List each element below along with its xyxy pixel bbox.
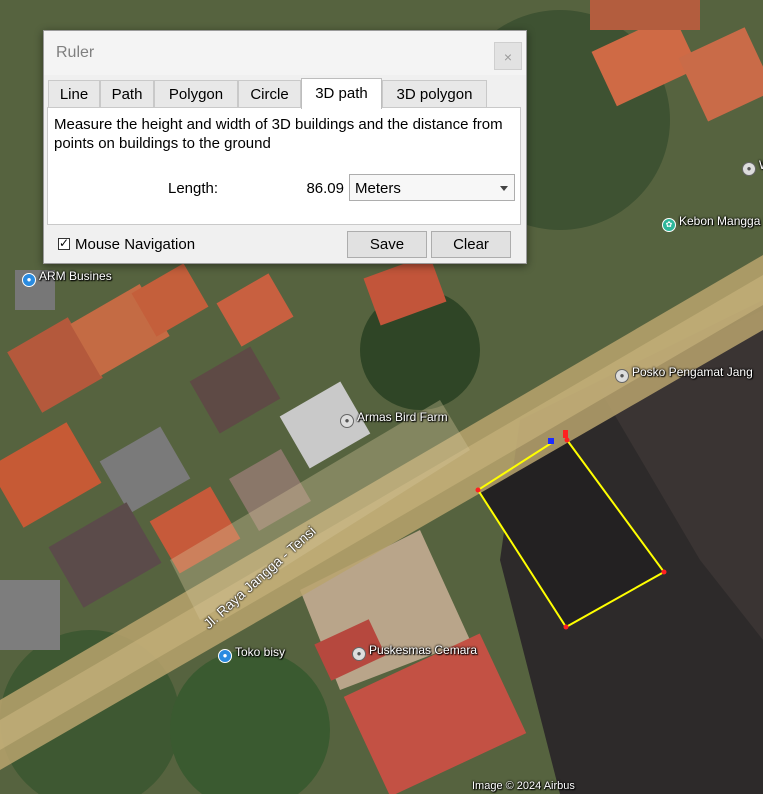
mouse-navigation-checkbox[interactable] (58, 236, 70, 250)
tab-3d-path[interactable]: 3D path (301, 78, 382, 109)
place-pin-icon: ● (742, 162, 756, 176)
length-label: Length: (168, 180, 219, 197)
place-pin-icon: ● (340, 414, 354, 428)
ruler-dialog: Ruler × Line Path Polygon Circle 3D path… (43, 30, 527, 264)
place-label-edge[interactable]: ●W (742, 158, 763, 176)
place-label-armas[interactable]: ● Armas Bird Farm (340, 410, 448, 428)
ruler-title: Ruler (56, 44, 95, 61)
tab-polygon[interactable]: Polygon (154, 80, 238, 107)
unit-select[interactable]: Meters (349, 174, 515, 201)
place-label-kebon[interactable]: ✿ Kebon Mangga I (662, 214, 763, 232)
place-pin-icon: ● (615, 369, 629, 383)
mouse-navigation-label: Mouse Navigation (75, 236, 196, 253)
length-value: 86.09 (306, 180, 344, 197)
place-label-toko[interactable]: ● Toko bisy (218, 645, 285, 663)
close-icon[interactable]: × (494, 42, 522, 70)
place-label-arm[interactable]: ● ARM Busines (22, 269, 112, 287)
place-label-puskesmas[interactable]: ● Puskesmas Cemara (352, 643, 477, 661)
unit-selected: Meters (355, 180, 401, 197)
tab-circle[interactable]: Circle (238, 80, 301, 107)
tab-3d-polygon[interactable]: 3D polygon (382, 80, 487, 107)
ruler-description: Measure the height and width of 3D build… (54, 116, 503, 152)
place-pin-icon: ● (352, 647, 366, 661)
place-label-posko[interactable]: ● Posko Pengamat Jang (615, 365, 753, 383)
clear-button[interactable]: Clear (431, 231, 511, 258)
shop-pin-icon: ● (218, 649, 232, 663)
chevron-down-icon (500, 186, 508, 191)
tab-line[interactable]: Line (48, 80, 100, 107)
mouse-navigation-toggle[interactable]: Mouse Navigation (58, 236, 195, 253)
ruler-panel: Measure the height and width of 3D build… (47, 107, 521, 225)
save-button[interactable]: Save (347, 231, 427, 258)
shop-pin-icon: ● (22, 273, 36, 287)
park-pin-icon: ✿ (662, 218, 676, 232)
tab-path[interactable]: Path (100, 80, 154, 107)
ruler-titlebar[interactable]: Ruler × (44, 31, 526, 75)
imagery-attribution: Image © 2024 Airbus (472, 780, 575, 792)
